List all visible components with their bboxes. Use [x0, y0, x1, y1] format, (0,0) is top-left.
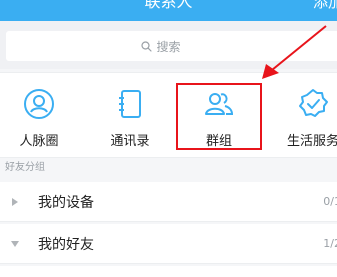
group-count: 0/1	[323, 195, 337, 208]
search-icon	[141, 40, 153, 52]
group-row-friends[interactable]: 我的好友 1/2	[0, 224, 337, 264]
quick-action-label: 人脉圈	[19, 134, 59, 149]
chevron-right-icon	[12, 197, 18, 206]
search-bar: 搜索	[0, 21, 337, 69]
quick-action-life-services[interactable]: 生活服务	[271, 73, 337, 159]
section-label: 好友分组	[5, 162, 45, 173]
contacts-screen: 联系人 添加 搜索 人脉圈 通讯录 群组 生活服务 好友分组 我的设备 0/ 我…	[0, 0, 337, 277]
next-row-partial	[0, 266, 337, 277]
service-badge-icon	[299, 89, 328, 117]
quick-action-network[interactable]: 人脉圈	[0, 73, 81, 159]
group-name: 我的设备	[38, 194, 94, 211]
group-count: 1/2	[323, 237, 337, 250]
group-row-devices[interactable]: 我的设备 0/1	[0, 182, 337, 222]
quick-actions: 人脉圈 通讯录 群组 生活服务	[0, 72, 337, 158]
add-button[interactable]: 添加	[313, 0, 337, 13]
address-book-icon	[119, 90, 141, 118]
quick-action-address-book[interactable]: 通讯录	[88, 73, 172, 159]
header-bar: 联系人 添加	[0, 0, 337, 21]
search-placeholder: 搜索	[156, 39, 181, 54]
highlight-box	[176, 83, 262, 150]
page-title: 联系人	[144, 0, 193, 11]
person-circle-icon	[24, 89, 54, 119]
group-name: 我的好友	[38, 236, 94, 253]
search-input[interactable]: 搜索	[6, 31, 337, 61]
quick-action-label: 生活服务	[286, 134, 337, 149]
chevron-down-icon	[11, 240, 19, 247]
quick-action-label: 通讯录	[110, 134, 150, 149]
